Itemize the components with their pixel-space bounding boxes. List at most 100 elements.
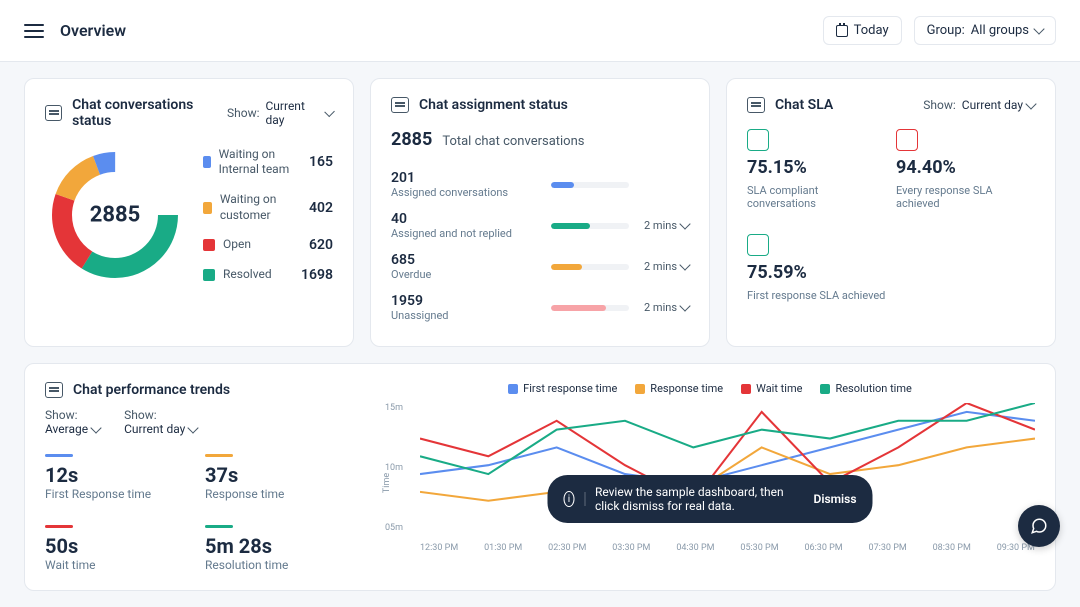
sla-status-icon (747, 234, 769, 256)
time-selector[interactable]: 2 mins (639, 301, 689, 314)
y-tick-label: 15m (385, 403, 415, 413)
total-conversations: 2885 (391, 129, 432, 150)
sla-status-icon (896, 129, 918, 151)
x-tick-label: 08:30 PM (933, 543, 971, 553)
legend-label: Waiting on Internal team (219, 147, 301, 178)
legend-label: Resolved (223, 267, 272, 283)
color-swatch (203, 239, 215, 251)
x-tick-label: 01:30 PM (484, 543, 522, 553)
header: Overview Today Group: All groups (0, 0, 1080, 62)
chart-legend-item: Response time (635, 382, 723, 395)
chat-icon (391, 97, 409, 113)
sla-item: 75.59% First response SLA achieved (747, 234, 886, 302)
metric-item: 37sResponse time (205, 454, 345, 501)
time-selector[interactable]: 2 mins (639, 260, 689, 273)
metric-label: First Response time (45, 487, 185, 501)
metric-color-bar (45, 454, 73, 457)
assignment-label: Unassigned (391, 309, 541, 322)
legend-item: Open620 (203, 237, 333, 253)
card-title: Chat conversations status (72, 97, 227, 129)
card-title: Chat SLA (775, 97, 833, 113)
metric-value: 5m 28s (205, 534, 345, 558)
time-value: 2 mins (644, 301, 677, 314)
date-selector[interactable]: Today (823, 16, 902, 45)
date-label: Today (854, 23, 889, 38)
card-title: Chat performance trends (73, 382, 230, 398)
x-tick-label: 06:30 PM (804, 543, 842, 553)
chart-legend-item: Wait time (741, 382, 802, 395)
sla-label: SLA compliant conversations (747, 184, 886, 210)
line-chart: Time 15m10m05m 12:30 PM01:30 PM02:30 PM0… (385, 403, 1035, 553)
show-label: Show: (124, 408, 157, 422)
donut-total: 2885 (90, 203, 141, 228)
chart-series-line (420, 412, 1035, 483)
y-tick-label: 05m (385, 523, 415, 533)
dismiss-button[interactable]: Dismiss (814, 492, 857, 506)
color-swatch (203, 156, 211, 168)
chart-legend-item: First response time (508, 382, 617, 395)
chat-fab[interactable] (1018, 505, 1060, 547)
metric-item: 12sFirst Response time (45, 454, 185, 501)
sla-item: 75.15% SLA compliant conversations (747, 129, 886, 210)
x-tick-label: 05:30 PM (740, 543, 778, 553)
group-label: Group: (927, 23, 965, 38)
period-selector[interactable]: Current day (266, 99, 334, 127)
progress-bar (551, 264, 629, 270)
assignment-status-card: Chat assignment status 2885 Total chat c… (370, 78, 710, 347)
sample-toast: i Review the sample dashboard, then clic… (548, 475, 873, 523)
legend-value: 165 (309, 154, 333, 170)
chevron-down-icon (1033, 23, 1044, 34)
assignment-label: Overdue (391, 268, 541, 281)
period-selector[interactable]: Current day (124, 422, 197, 436)
chat-icon (45, 382, 63, 398)
chevron-down-icon (679, 218, 690, 229)
toast-message: Review the sample dashboard, then click … (595, 485, 804, 513)
metric-color-bar (205, 454, 233, 457)
assignment-count: 201 (391, 170, 541, 186)
sla-card: Chat SLA Show: Current day 75.15% SLA com… (726, 78, 1056, 347)
show-label: Show: (227, 106, 260, 120)
assignment-row: 1959Unassigned2 mins (391, 287, 689, 328)
chevron-down-icon (1025, 98, 1036, 109)
time-value: 2 mins (644, 260, 677, 273)
sla-item: 94.40%Every response SLA achieved (896, 129, 1035, 210)
menu-icon[interactable] (24, 24, 44, 38)
legend-label: Open (223, 237, 251, 253)
color-swatch (203, 269, 215, 281)
y-tick-label: 10m (385, 463, 415, 473)
group-selector[interactable]: Group: All groups (914, 16, 1056, 45)
legend-label: Response time (650, 382, 723, 395)
chevron-down-icon (90, 422, 101, 433)
color-swatch (820, 384, 830, 394)
assignment-row: 40Assigned and not replied2 mins (391, 205, 689, 246)
sla-percentage: 75.59% (747, 262, 886, 283)
x-tick-label: 02:30 PM (548, 543, 586, 553)
metric-item: 50sWait time (45, 525, 185, 572)
metric-item: 5m 28sResolution time (205, 525, 345, 572)
legend-value: 402 (309, 200, 333, 216)
show-label: Show: (923, 98, 956, 112)
progress-bar (551, 305, 629, 311)
sla-label: Every response SLA achieved (896, 184, 1035, 210)
sla-percentage: 75.15% (747, 157, 886, 178)
x-tick-label: 03:30 PM (612, 543, 650, 553)
metric-label: Response time (205, 487, 345, 501)
page-title: Overview (60, 21, 126, 40)
metric-value: 12s (45, 463, 185, 487)
color-swatch (508, 384, 518, 394)
time-selector[interactable]: 2 mins (639, 219, 689, 232)
metric-selector[interactable]: Average (45, 422, 100, 436)
assignment-label: Assigned and not replied (391, 227, 541, 240)
progress-bar (551, 182, 629, 188)
color-swatch (741, 384, 751, 394)
group-value: All groups (971, 23, 1029, 38)
metric-label: Wait time (45, 558, 185, 572)
assignment-count: 685 (391, 252, 541, 268)
x-tick-label: 04:30 PM (676, 543, 714, 553)
time-value: 2 mins (644, 219, 677, 232)
period-selector[interactable]: Current day (962, 98, 1035, 112)
sla-label: First response SLA achieved (747, 289, 886, 302)
chevron-down-icon (188, 422, 199, 433)
legend-label: Wait time (756, 382, 802, 395)
chevron-down-icon (679, 259, 690, 270)
